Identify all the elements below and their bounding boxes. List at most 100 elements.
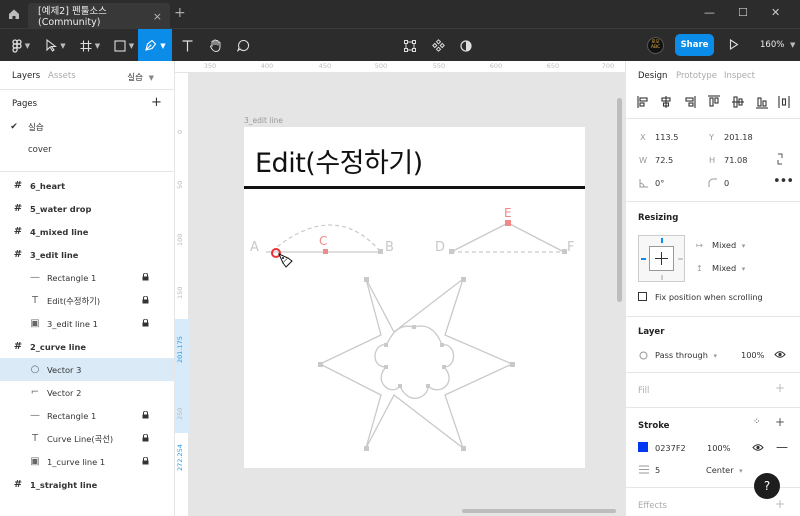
frame-3-edit-line[interactable]: Edit(수정하기) A B C D E F xyxy=(244,127,585,468)
comment-tool-button[interactable] xyxy=(232,29,254,62)
lock-icon[interactable] xyxy=(142,272,149,283)
vertical-constraint-dropdown[interactable]: Mixed ▾ xyxy=(712,263,745,273)
layer-row[interactable]: ▣ 3_edit line 1 xyxy=(0,312,174,335)
tab-layers[interactable]: Layers xyxy=(12,71,40,81)
hand-tool-button[interactable] xyxy=(204,29,226,62)
layer-opacity-input[interactable]: 100% xyxy=(741,350,764,360)
fix-position-checkbox[interactable] xyxy=(638,292,647,301)
layer-row[interactable]: #2_curve line xyxy=(0,335,174,358)
corner-radius-input[interactable]: 0 xyxy=(724,178,729,188)
height-input[interactable]: 71.08 xyxy=(724,155,747,165)
text-tool-button[interactable] xyxy=(176,29,198,62)
minimize-icon[interactable]: — xyxy=(704,6,715,19)
point-label-d: D xyxy=(435,240,445,255)
chevron-down-icon: ▼ xyxy=(60,41,66,50)
zoom-dropdown[interactable]: 160% ▼ xyxy=(760,40,795,50)
lock-icon[interactable] xyxy=(142,433,149,444)
canvas[interactable]: 3_edit line Edit(수정하기) A B C D E F xyxy=(189,73,625,516)
layer-row[interactable]: T Edit(수정하기) xyxy=(0,289,174,312)
tab-assets[interactable]: Assets xyxy=(48,71,76,81)
page-item-1[interactable]: cover xyxy=(0,139,174,161)
layer-row[interactable]: #3_edit line xyxy=(0,243,174,266)
main-menu-button[interactable]: ▼ xyxy=(4,29,38,62)
layer-row[interactable]: #5_water drop xyxy=(0,197,174,220)
new-tab-icon[interactable]: + xyxy=(174,5,186,21)
share-button[interactable]: Share xyxy=(675,34,714,56)
mask-button[interactable] xyxy=(457,29,475,62)
lock-icon[interactable] xyxy=(142,318,149,329)
rotation-input[interactable]: 0° xyxy=(655,178,664,188)
stroke-align-dropdown[interactable]: Center ▾ xyxy=(706,465,743,475)
eye-icon[interactable] xyxy=(774,350,786,359)
width-input[interactable]: 72.5 xyxy=(655,155,673,165)
stroke-color-swatch[interactable] xyxy=(638,442,648,452)
align-left-icon[interactable] xyxy=(637,96,648,108)
frame-tool-button[interactable]: ▼ xyxy=(74,29,106,62)
component-button[interactable] xyxy=(429,29,447,62)
more-options-icon[interactable]: ••• xyxy=(773,174,794,189)
page-selector[interactable]: 실습 ▼ xyxy=(127,71,154,83)
layer-row[interactable]: ○ Vector 3 xyxy=(0,358,174,381)
align-horizontal-center-icon[interactable] xyxy=(661,96,671,108)
page-item-0[interactable]: ✔ 실습 xyxy=(0,116,174,138)
tab-design[interactable]: Design xyxy=(638,71,667,81)
lock-icon[interactable] xyxy=(142,295,149,306)
tab-prototype[interactable]: Prototype xyxy=(676,71,717,81)
file-tab[interactable]: [예제2] 펜툴소스 (Community) × xyxy=(28,3,170,28)
layer-row[interactable]: ▣ 1_curve line 1 xyxy=(0,450,174,473)
vertical-scrollbar[interactable] xyxy=(617,98,622,302)
align-bottom-icon[interactable] xyxy=(756,97,768,109)
frame-name-label[interactable]: 3_edit line xyxy=(244,116,283,125)
close-window-icon[interactable]: ✕ xyxy=(771,6,780,19)
remove-stroke-icon[interactable]: — xyxy=(776,440,788,454)
blend-mode-dropdown[interactable]: Pass through ▾ xyxy=(655,350,717,360)
title-bar: [예제2] 펜툴소스 (Community) × + — ☐ ✕ xyxy=(0,0,800,28)
ruler-tick-label: 650 xyxy=(546,62,560,70)
lock-icon[interactable] xyxy=(142,456,149,467)
layer-row[interactable]: ⌐ Vector 2 xyxy=(0,381,174,404)
tab-inspect[interactable]: Inspect xyxy=(724,71,755,81)
layer-row[interactable]: — Rectangle 1 xyxy=(0,266,174,289)
present-button[interactable] xyxy=(729,38,739,53)
layer-row[interactable]: T Curve Line(곡선) xyxy=(0,427,174,450)
edit-object-button[interactable] xyxy=(401,29,419,62)
lock-icon[interactable] xyxy=(142,410,149,421)
home-button[interactable] xyxy=(0,0,28,28)
eye-icon[interactable] xyxy=(752,443,764,452)
constraints-widget[interactable] xyxy=(638,235,685,282)
layer-name: 1_straight line xyxy=(30,479,98,490)
left-panel-tabs: Layers Assets 실습 ▼ xyxy=(0,61,174,90)
stroke-opacity-input[interactable]: 100% xyxy=(707,443,730,453)
stroke-color-input[interactable]: 0237F2 xyxy=(655,443,686,453)
distribute-icon[interactable] xyxy=(778,96,790,108)
maximize-icon[interactable]: ☐ xyxy=(738,6,748,19)
tab-close-icon[interactable]: × xyxy=(153,10,162,23)
add-fill-icon[interactable]: + xyxy=(775,381,785,395)
pen-tool-button[interactable]: ▼ xyxy=(138,29,172,62)
y-input[interactable]: 201.18 xyxy=(724,132,753,142)
help-button[interactable]: ? xyxy=(754,473,780,499)
layer-row[interactable]: #4_mixed line xyxy=(0,220,174,243)
add-page-icon[interactable]: + xyxy=(151,95,162,110)
stroke-width-input[interactable]: 5 xyxy=(655,465,660,475)
star-flower-shape xyxy=(318,277,514,450)
horizontal-constraint-dropdown[interactable]: Mixed ▾ xyxy=(712,240,745,250)
layer-row[interactable]: — Rectangle 1 xyxy=(0,404,174,427)
horizontal-scrollbar[interactable] xyxy=(462,509,616,513)
corner-radius-icon xyxy=(708,178,717,187)
fix-position-label: Fix position when scrolling xyxy=(655,292,763,302)
stroke-style-grid-icon[interactable]: ⁘ xyxy=(753,417,760,427)
align-vertical-center-icon[interactable] xyxy=(732,96,744,108)
add-stroke-icon[interactable]: + xyxy=(775,415,785,429)
align-top-icon[interactable] xyxy=(708,95,720,107)
move-tool-button[interactable]: ▼ xyxy=(40,29,72,62)
x-input[interactable]: 113.5 xyxy=(655,132,678,142)
anchor-point-selected[interactable] xyxy=(271,248,281,258)
user-avatar[interactable]: 로모 ABC xyxy=(647,37,664,54)
constrain-proportions-icon[interactable] xyxy=(776,153,784,165)
layer-row[interactable]: #1_straight line xyxy=(0,473,174,496)
align-right-icon[interactable] xyxy=(685,96,696,108)
shape-tool-button[interactable]: ▼ xyxy=(108,29,140,62)
add-effect-icon[interactable]: + xyxy=(775,497,785,511)
layer-row[interactable]: #6_heart xyxy=(0,174,174,197)
